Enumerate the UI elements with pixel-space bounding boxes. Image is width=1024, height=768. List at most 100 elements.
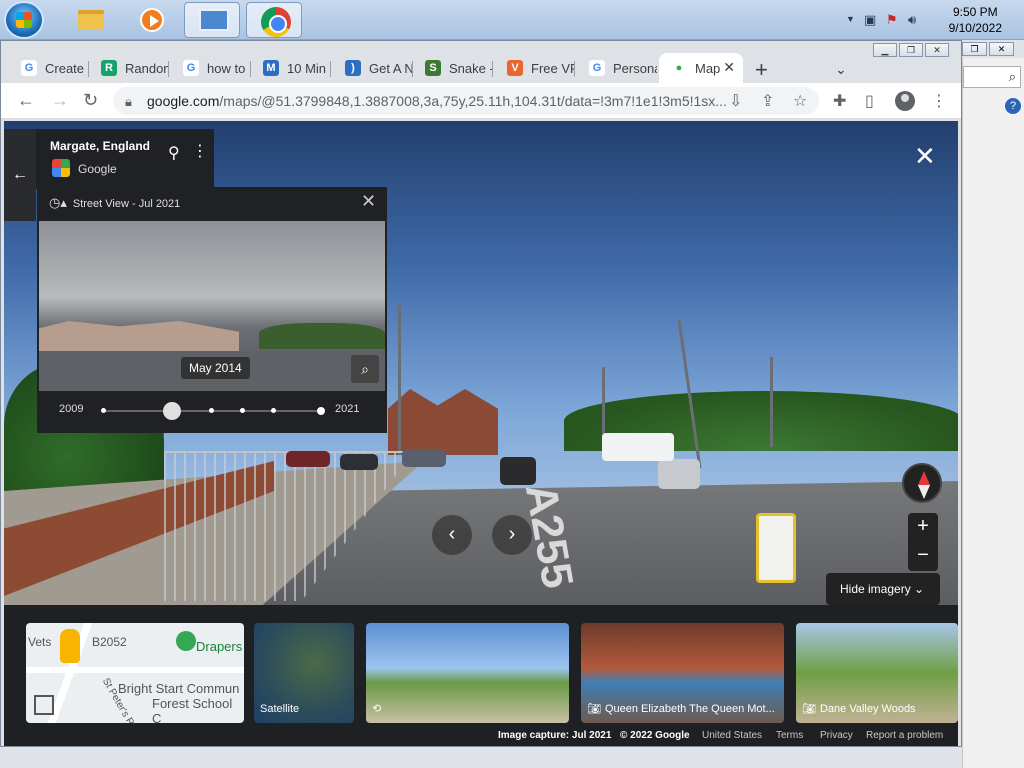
back-arrow-button[interactable]: ←: [4, 129, 36, 221]
map-footer: Image capture: Jul 2021 © 2022 Google Un…: [4, 726, 958, 746]
prev-arrow-button[interactable]: ‹: [432, 515, 472, 555]
toolbar: ← → ↻ 🔒︎ google.com/maps/@51.3799848,1.3…: [1, 83, 961, 119]
start-button[interactable]: [4, 1, 44, 39]
timeline-slider[interactable]: [101, 402, 325, 420]
tab-free-vpn[interactable]: V Free VP: [495, 53, 575, 83]
zoom-preview-icon[interactable]: ⌕: [351, 355, 379, 383]
timeline-header: ◷▴ Street View - Jul 2021: [49, 195, 181, 210]
map-thumbnail[interactable]: Vets B2052 Drapers Bright Start Commun F…: [26, 623, 244, 723]
google-favicon-icon: G: [589, 60, 605, 76]
system-tray: ▼ ▣ ⚑ 🔊︎ 9:50 PM 9/10/2022: [834, 0, 1024, 40]
more-options-icon[interactable]: ⋮: [192, 141, 208, 161]
google-maps-logo-icon: [52, 159, 70, 177]
queen-elizabeth-thumbnail[interactable]: 📷︎ Queen Elizabeth The Queen Mot...: [581, 623, 784, 723]
tab-get-a-n[interactable]: ) Get A N: [333, 53, 413, 83]
hide-imagery-button[interactable]: Hide imagery ⌄: [826, 573, 940, 605]
tab-10-min[interactable]: M 10 Min: [251, 53, 331, 83]
chrome-icon: [261, 7, 291, 37]
country-link[interactable]: United States: [702, 730, 762, 741]
bookmark-star-icon[interactable]: ☆: [793, 91, 807, 111]
image-capture-date: Image capture: Jul 2021: [498, 730, 612, 741]
place-card: Margate, England Google ⚲ ⋮: [36, 129, 214, 189]
pegman-icon[interactable]: [60, 629, 80, 663]
chrome-menu-icon[interactable]: ⋮: [931, 91, 947, 111]
timeline-end-year: 2021: [335, 403, 360, 415]
historic-preview-image[interactable]: May 2014 ⌕: [39, 221, 385, 391]
taskbar-media-player[interactable]: [122, 2, 178, 38]
number-favicon-icon: ): [345, 60, 361, 76]
privacy-link[interactable]: Privacy: [820, 730, 853, 741]
tray-expand-icon[interactable]: ▼: [846, 14, 855, 24]
timeline-slider-handle[interactable]: [163, 402, 181, 420]
tab-search-button[interactable]: ⌄: [835, 61, 847, 78]
side-panel-icon[interactable]: ▯: [865, 91, 874, 111]
taskbar-explorer[interactable]: [62, 2, 118, 38]
copyright: © 2022 Google: [620, 730, 690, 741]
network-icon[interactable]: ▣: [864, 12, 876, 28]
traffic-bollard: [756, 513, 796, 583]
background-window: ⌕ ?: [962, 58, 1024, 768]
close-street-view-button[interactable]: ✕: [914, 141, 936, 172]
back-button[interactable]: ←: [17, 90, 35, 111]
address-bar[interactable]: 🔒︎ google.com/maps/@51.3799848,1.3887008…: [113, 87, 819, 115]
help-icon[interactable]: ?: [1005, 98, 1021, 114]
tab-persona[interactable]: G Persona: [577, 53, 657, 83]
360-icon: ⟲: [372, 703, 382, 715]
zoom-control: + −: [908, 513, 938, 571]
close-tab-icon[interactable]: ✕: [723, 59, 735, 76]
search-icon: ⌕: [1008, 69, 1016, 84]
dane-valley-thumbnail[interactable]: 📷︎ Dane Valley Woods: [796, 623, 958, 723]
side-search-input[interactable]: ⌕: [963, 66, 1021, 88]
random-favicon-icon: R: [101, 60, 117, 76]
terms-link[interactable]: Terms: [776, 730, 803, 741]
google-favicon-icon: G: [21, 60, 37, 76]
forward-button[interactable]: →: [51, 90, 69, 111]
next-arrow-button[interactable]: ›: [492, 515, 532, 555]
history-clock-icon[interactable]: ◷▴: [49, 195, 67, 210]
tab-create[interactable]: G Create: [9, 53, 89, 83]
taskbar-control-panel[interactable]: [184, 2, 240, 38]
maps-favicon-icon: ●: [671, 60, 687, 76]
volume-icon[interactable]: 🔊︎: [908, 12, 916, 28]
reload-button[interactable]: ↻: [83, 90, 98, 111]
imagery-filmstrip: Vets B2052 Drapers Bright Start Commun F…: [4, 605, 958, 746]
mail-favicon-icon: M: [263, 60, 279, 76]
compass-icon[interactable]: [902, 463, 942, 503]
extensions-icon[interactable]: ✚: [833, 91, 846, 111]
chrome-window: ▁ ❐ ✕ G Create R Random Ghow to M 10 Min ) G…: [0, 40, 962, 747]
taskbar-chrome[interactable]: [246, 2, 302, 38]
windows-logo-icon: [16, 12, 32, 28]
snake-favicon-icon: S: [425, 60, 441, 76]
control-panel-icon: [199, 9, 229, 31]
place-source: Google: [78, 162, 117, 176]
restore-button-bg[interactable]: ❐: [962, 42, 987, 56]
report-problem-link[interactable]: Report a problem: [866, 730, 943, 741]
location-pin-icon[interactable]: ⚲: [168, 143, 180, 163]
clock[interactable]: 9:50 PM 9/10/2022: [949, 4, 1002, 36]
folder-icon: [78, 10, 104, 30]
satellite-thumbnail[interactable]: Satellite: [254, 623, 354, 723]
profile-avatar[interactable]: [895, 91, 915, 111]
chevron-down-icon: ⌄: [914, 582, 925, 596]
zoom-in-button[interactable]: +: [908, 513, 938, 542]
street-view[interactable]: A255 ← Margate, England Google ⚲ ⋮ ◷▴ Str…: [4, 121, 958, 746]
close-timeline-button[interactable]: ✕: [361, 191, 376, 212]
tab-random[interactable]: R Random: [89, 53, 169, 83]
place-title: Margate, England: [50, 139, 151, 153]
tab-snake[interactable]: S Snake -: [413, 53, 493, 83]
tab-how-to[interactable]: Ghow to: [171, 53, 251, 83]
time-travel-panel: ◷▴ Street View - Jul 2021 ✕ May 2014 ⌕ 20…: [37, 187, 387, 433]
zoom-out-button[interactable]: −: [908, 542, 938, 571]
share-icon[interactable]: ⇪: [761, 91, 774, 111]
flag-icon[interactable]: ⚑: [886, 12, 898, 28]
photosphere-thumbnail[interactable]: ⟲: [366, 623, 569, 723]
fullscreen-icon[interactable]: [34, 695, 54, 715]
tab-strip: G Create R Random Ghow to M 10 Min ) Get A N…: [1, 49, 961, 83]
install-icon[interactable]: ⇩: [729, 91, 742, 111]
vpn-favicon-icon: V: [507, 60, 523, 76]
tab-maps[interactable]: ● Map ✕: [659, 53, 743, 83]
new-tab-button[interactable]: +: [755, 57, 768, 83]
close-button-bg[interactable]: ✕: [989, 42, 1014, 56]
park-icon: [176, 631, 196, 651]
camera-icon: 📷︎: [802, 703, 816, 715]
